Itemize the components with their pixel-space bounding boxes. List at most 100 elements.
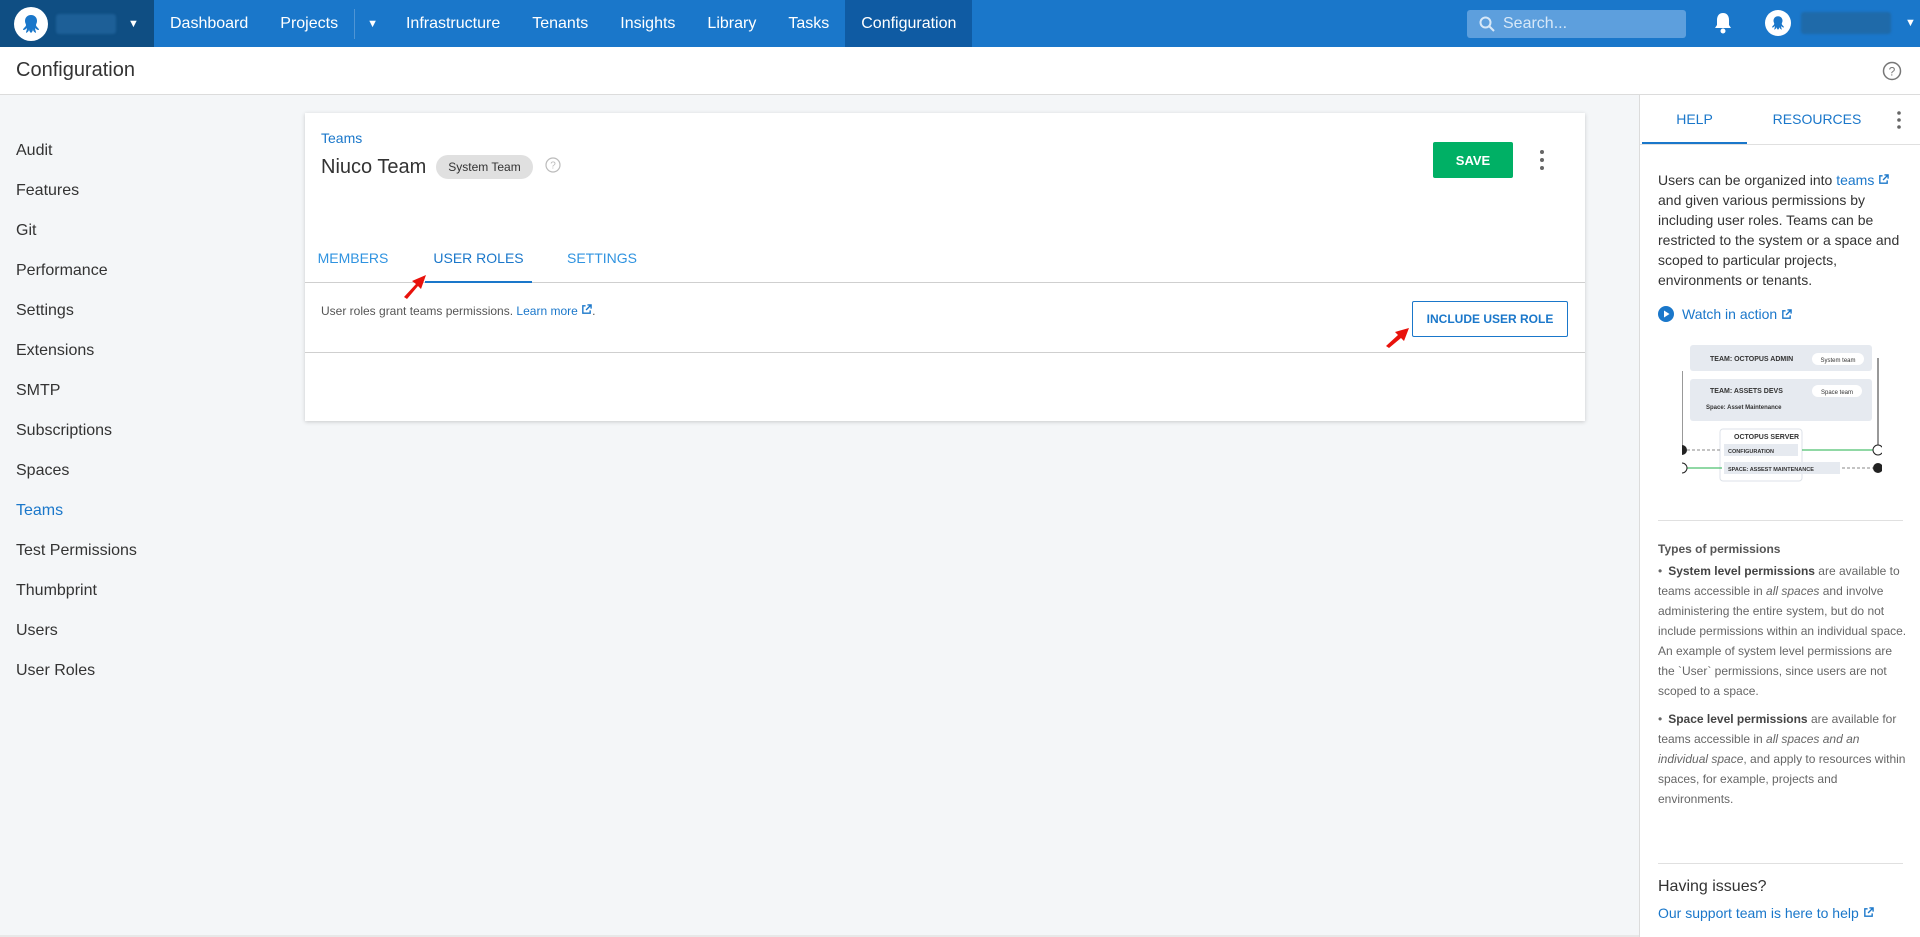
team-title: Niuco Team System Team ?: [321, 155, 561, 179]
external-link-icon: [582, 304, 592, 314]
help-icon[interactable]: ?: [545, 156, 561, 178]
permission-types: Types of permissions System level permis…: [1658, 539, 1908, 817]
sidebar-item-audit[interactable]: Audit: [0, 131, 200, 171]
diagram-system-team: System team: [1820, 358, 1855, 364]
annotation-arrow-icon: [1386, 328, 1409, 348]
learn-more-label: Learn more: [516, 304, 578, 318]
nav-tenants[interactable]: Tenants: [516, 0, 604, 47]
avatar: [1765, 10, 1791, 36]
permissions-diagram: TEAM: OCTOPUS ADMIN System team TEAM: AS…: [1682, 345, 1882, 482]
help-intro-text: Users can be organized into: [1658, 172, 1837, 188]
svg-text:?: ?: [550, 160, 556, 171]
chevron-down-icon[interactable]: ▼: [128, 18, 139, 30]
sidebar-item-users[interactable]: Users: [0, 611, 200, 651]
top-navigation: ▼ Dashboard Projects ▼ Infrastructure Te…: [0, 0, 1920, 47]
watch-in-action-link[interactable]: Watch in action: [1658, 306, 1800, 322]
system-team-chip: System Team: [436, 155, 533, 179]
user-roles-description: User roles grant teams permissions. Lear…: [321, 304, 596, 318]
list-item: Space level permissions are available fo…: [1658, 709, 1908, 809]
sidebar-item-git[interactable]: Git: [0, 211, 200, 251]
search-input[interactable]: Search...: [1467, 10, 1686, 38]
diagram-space-label: Space: Asset Maintenance: [1706, 405, 1782, 411]
breadcrumb[interactable]: Teams: [321, 130, 362, 146]
sidebar-item-user-roles[interactable]: User Roles: [0, 651, 200, 691]
nav-projects[interactable]: Projects: [264, 0, 354, 47]
issues-title: Having issues?: [1658, 878, 1767, 895]
diagram-team-devs: TEAM: ASSETS DEVS: [1710, 388, 1783, 395]
space-level-bold: Space level permissions: [1668, 712, 1808, 726]
diagram-server: OCTOPUS SERVER: [1734, 434, 1799, 441]
divider: [1658, 520, 1903, 521]
page-title: Configuration: [16, 59, 135, 81]
page-header: Configuration ?: [0, 47, 1920, 95]
tab-resources[interactable]: RESOURCES: [1747, 95, 1887, 144]
help-icon[interactable]: ?: [1882, 61, 1902, 86]
team-name: Niuco Team: [321, 155, 427, 178]
divider: [1640, 144, 1920, 145]
projects-dropdown-icon[interactable]: ▼: [355, 0, 390, 47]
diagram-team-admin: TEAM: OCTOPUS ADMIN: [1710, 356, 1793, 363]
play-icon: [1658, 306, 1674, 322]
include-user-role-button[interactable]: INCLUDE USER ROLE: [1412, 301, 1568, 337]
diagram-space-team: Space team: [1821, 390, 1853, 396]
user-menu[interactable]: ▼: [1765, 10, 1916, 36]
list-item: System level permissions are available t…: [1658, 561, 1908, 701]
sidebar-item-test-permissions[interactable]: Test Permissions: [0, 531, 200, 571]
octopus-logo-icon: [14, 6, 48, 41]
tab-members[interactable]: MEMBERS: [311, 241, 395, 283]
sidebar-item-performance[interactable]: Performance: [0, 251, 200, 291]
space-name: [56, 13, 116, 34]
external-link-icon: [1782, 308, 1792, 319]
support-link[interactable]: Our support team is here to help: [1658, 905, 1874, 921]
divider: [1658, 863, 1903, 864]
nav-insights[interactable]: Insights: [604, 0, 691, 47]
diagram-space-maint: SPACE: ASSEST MAINTENANCE: [1728, 467, 1814, 473]
tab-help[interactable]: HELP: [1642, 95, 1747, 144]
description-text: User roles grant teams permissions.: [321, 304, 514, 318]
svg-text:?: ?: [1889, 65, 1896, 79]
more-options-icon[interactable]: [1896, 111, 1902, 134]
nav-library[interactable]: Library: [691, 0, 772, 47]
search-icon: [1479, 16, 1495, 32]
tab-settings[interactable]: SETTINGS: [555, 241, 649, 283]
annotation-arrow-icon: [404, 275, 426, 299]
divider: [305, 352, 1585, 353]
diagram-configuration: CONFIGURATION: [1728, 449, 1774, 455]
learn-more-link[interactable]: Learn more: [516, 304, 592, 318]
sidebar-item-smtp[interactable]: SMTP: [0, 371, 200, 411]
nav-tasks[interactable]: Tasks: [772, 0, 845, 47]
tab-user-roles[interactable]: USER ROLES: [425, 241, 532, 283]
system-level-bold: System level permissions: [1668, 564, 1815, 578]
user-name: [1801, 12, 1891, 34]
nav-infrastructure[interactable]: Infrastructure: [390, 0, 516, 47]
external-link-icon: [1863, 907, 1874, 917]
types-title: Types of permissions: [1658, 542, 1781, 556]
nav-configuration[interactable]: Configuration: [845, 0, 973, 47]
system-level-italic: all spaces: [1766, 584, 1820, 598]
search-placeholder: Search...: [1503, 15, 1568, 32]
more-options-icon[interactable]: [1539, 149, 1545, 176]
sidebar-item-features[interactable]: Features: [0, 171, 200, 211]
chevron-down-icon[interactable]: ▼: [1905, 17, 1916, 29]
support-link-label: Our support team is here to help: [1658, 905, 1859, 921]
help-intro: Users can be organized into teams and gi…: [1658, 170, 1908, 290]
help-panel: HELP RESOURCES Users can be organized in…: [1639, 95, 1920, 937]
sidebar-item-extensions[interactable]: Extensions: [0, 331, 200, 371]
nav-dashboard[interactable]: Dashboard: [154, 0, 264, 47]
sidebar-item-thumbprint[interactable]: Thumbprint: [0, 571, 200, 611]
external-link-icon: [1879, 174, 1890, 184]
sidebar: Audit Features Git Performance Settings …: [0, 131, 200, 691]
sidebar-item-settings[interactable]: Settings: [0, 291, 200, 331]
save-button[interactable]: SAVE: [1433, 142, 1513, 178]
sidebar-item-spaces[interactable]: Spaces: [0, 451, 200, 491]
space-switcher[interactable]: ▼: [0, 0, 154, 47]
sidebar-item-subscriptions[interactable]: Subscriptions: [0, 411, 200, 451]
teams-link-label: teams: [1836, 172, 1875, 188]
teams-link[interactable]: teams: [1836, 172, 1890, 188]
bell-icon[interactable]: [1713, 11, 1733, 40]
help-intro-text: and given various permissions by includi…: [1658, 192, 1900, 288]
sidebar-item-teams[interactable]: Teams: [0, 491, 200, 531]
system-level-text: and involve administering the entire sys…: [1658, 584, 1907, 698]
watch-label: Watch in action: [1682, 306, 1778, 322]
team-tabs: MEMBERS USER ROLES SETTINGS: [305, 241, 1585, 283]
